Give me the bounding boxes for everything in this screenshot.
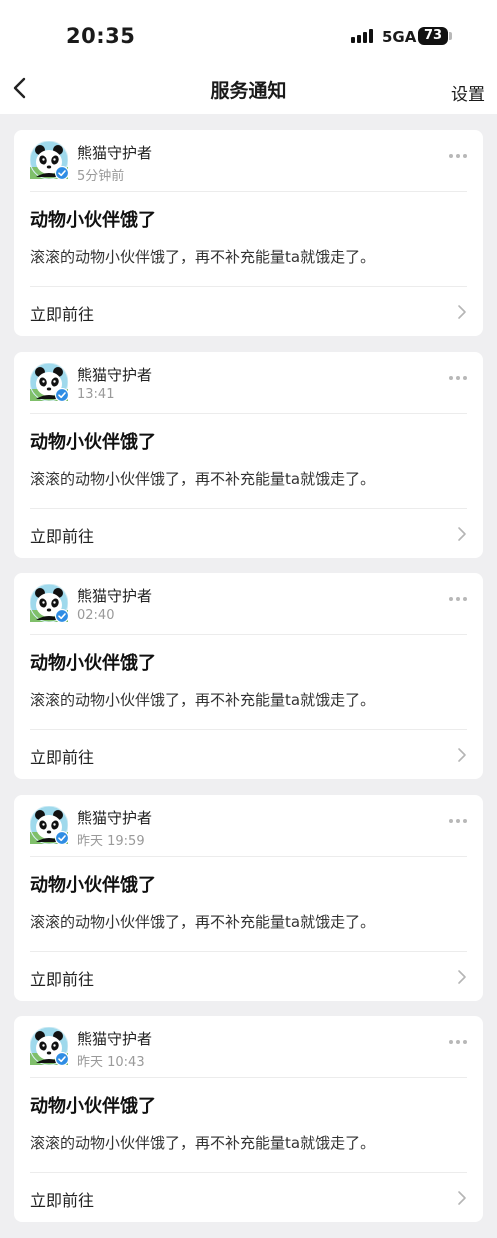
divider [30,1077,467,1078]
notification-card[interactable]: 熊猫守护者 昨天 10:43 动物小伙伴饿了 滚滚的动物小伙伴饿了，再不补充能量… [14,1016,483,1222]
notification-description: 滚滚的动物小伙伴饿了，再不补充能量ta就饿走了。 [30,912,376,931]
network-type: 5GA [382,28,417,46]
notification-title: 动物小伙伴饿了 [30,210,156,231]
more-options-button[interactable] [447,151,469,161]
back-button[interactable] [8,72,38,104]
panda-avatar[interactable] [29,805,69,845]
verified-badge-icon [55,830,69,845]
notification-title: 动物小伙伴饿了 [30,874,156,896]
notification-description: 滚滚的动物小伙伴饿了，再不补充能量ta就饿走了。 [30,469,376,488]
notification-title: 动物小伙伴饿了 [30,653,156,674]
chevron-right-icon [458,1191,466,1205]
more-dot [463,154,467,158]
more-dot [449,1040,453,1044]
notification-time: 昨天 19:59 [77,833,145,849]
notification-card[interactable]: 熊猫守护者 昨天 19:59 动物小伙伴饿了 滚滚的动物小伙伴饿了，再不补充能量… [14,794,483,1001]
divider [30,855,467,857]
status-time: 20:35 [66,24,136,48]
more-dot [456,375,460,380]
go-now-row[interactable]: 立即前往 [14,1173,483,1222]
divider [30,634,467,635]
notification-description: 滚滚的动物小伙伴饿了，再不补充能量ta就饿走了。 [30,691,376,709]
battery-tip [449,32,452,40]
more-dot [449,818,453,823]
page-title: 服务通知 [210,80,287,102]
chevron-right-icon [458,526,466,541]
panda-avatar[interactable] [29,140,69,180]
more-dot [463,1040,467,1044]
more-dot [456,154,460,158]
more-dot [449,597,453,601]
more-options-button[interactable] [447,816,469,826]
verified-badge-icon [55,609,69,623]
more-dot [463,375,467,380]
go-now-label: 立即前往 [30,748,95,767]
battery-icon: 73 [418,27,448,45]
notification-title: 动物小伙伴饿了 [30,1096,156,1117]
panda-avatar[interactable] [29,1026,69,1066]
notification-time: 13:41 [77,386,115,402]
notification-time: 5分钟前 [77,169,125,184]
chevron-right-icon [458,305,466,319]
go-now-label: 立即前往 [30,1191,95,1210]
sender-name: 熊猫守护者 [77,365,153,384]
more-dot [463,818,467,823]
more-dot [456,597,460,601]
nav-bar: 服务通知 设置 [0,62,497,114]
more-dot [463,597,467,601]
more-options-button[interactable] [447,373,469,383]
go-now-row[interactable]: 立即前往 [14,509,483,558]
notification-card[interactable]: 熊猫守护者 13:41 动物小伙伴饿了 滚滚的动物小伙伴饿了，再不补充能量ta就… [14,351,483,558]
more-dot [456,818,460,823]
more-dot [449,375,453,380]
verified-badge-icon [55,166,69,180]
sender-name: 熊猫守护者 [77,587,153,605]
status-bar: 20:35 5GA 73 [0,0,497,62]
notification-card[interactable]: 熊猫守护者 02:40 动物小伙伴饿了 滚滚的动物小伙伴饿了，再不补充能量ta就… [14,573,483,779]
more-dot [456,1040,460,1044]
sender-name: 熊猫守护者 [77,1030,153,1048]
go-now-label: 立即前往 [30,526,95,546]
chevron-right-icon [458,969,466,984]
verified-badge-icon [55,387,69,402]
sender-name: 熊猫守护者 [77,808,153,827]
chevron-left-icon [13,77,26,99]
notification-title: 动物小伙伴饿了 [30,431,156,453]
cellular-signal-icon [351,29,375,43]
notification-description: 滚滚的动物小伙伴饿了，再不补充能量ta就饿走了。 [30,248,376,266]
notification-time: 昨天 10:43 [77,1055,145,1070]
notification-time: 02:40 [77,608,115,623]
notification-list: 熊猫守护者 5分钟前 动物小伙伴饿了 滚滚的动物小伙伴饿了，再不补充能量ta就饿… [14,130,483,1238]
panda-avatar[interactable] [29,583,69,623]
settings-button[interactable]: 设置 [451,80,485,105]
divider [30,412,467,414]
panda-avatar[interactable] [29,362,69,402]
go-now-row[interactable]: 立即前往 [14,952,483,1001]
go-now-label: 立即前往 [30,305,95,324]
notification-card[interactable]: 熊猫守护者 5分钟前 动物小伙伴饿了 滚滚的动物小伙伴饿了，再不补充能量ta就饿… [14,130,483,336]
go-now-row[interactable]: 立即前往 [14,730,483,779]
sender-name: 熊猫守护者 [77,144,153,162]
go-now-label: 立即前往 [30,969,95,989]
more-options-button[interactable] [447,594,469,604]
more-dot [449,154,453,158]
more-options-button[interactable] [447,1037,469,1047]
divider [30,191,467,192]
notification-description: 滚滚的动物小伙伴饿了，再不补充能量ta就饿走了。 [30,1134,376,1152]
verified-badge-icon [55,1052,69,1066]
chevron-right-icon [458,748,466,762]
go-now-row[interactable]: 立即前往 [14,287,483,336]
